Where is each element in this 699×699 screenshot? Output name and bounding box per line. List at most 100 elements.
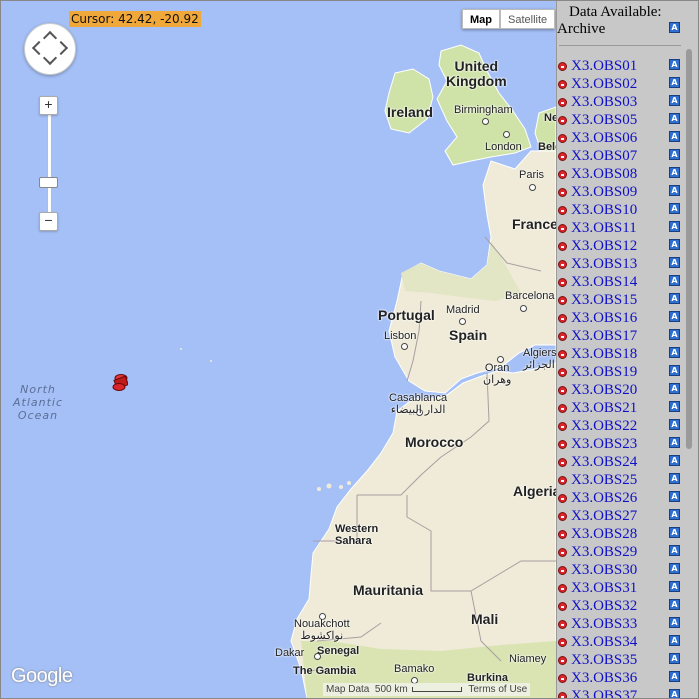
station-row[interactable]: X3.OBS21 A [557,399,684,417]
station-link[interactable]: X3.OBS01 [571,58,637,75]
station-row[interactable]: X3.OBS34 A [557,633,684,651]
station-link[interactable]: X3.OBS37 [571,688,637,698]
archive-icon[interactable]: A [669,185,680,196]
archive-icon[interactable]: A [669,167,680,178]
station-link[interactable]: X3.OBS12 [571,238,637,255]
archive-icon[interactable]: A [669,113,680,124]
station-row[interactable]: X3.OBS35 A [557,651,684,669]
station-link[interactable]: X3.OBS19 [571,364,637,381]
station-link[interactable]: X3.OBS35 [571,652,637,669]
archive-header-icon[interactable]: A [669,22,680,33]
pan-up-icon[interactable] [42,30,58,46]
station-link[interactable]: X3.OBS36 [571,670,637,687]
station-row[interactable]: X3.OBS19 A [557,363,684,381]
station-row[interactable]: X3.OBS08 A [557,165,684,183]
archive-icon[interactable]: A [669,635,680,646]
pan-control[interactable] [24,23,76,75]
station-row[interactable]: X3.OBS23 A [557,435,684,453]
station-link[interactable]: X3.OBS20 [571,382,637,399]
archive-icon[interactable]: A [669,689,680,698]
panel-scrollbar-thumb[interactable] [686,49,692,449]
archive-icon[interactable]: A [669,473,680,484]
station-link[interactable]: X3.OBS30 [571,562,637,579]
archive-icon[interactable]: A [669,527,680,538]
map-data-link[interactable]: Map Data [326,684,369,695]
archive-icon[interactable]: A [669,437,680,448]
station-link[interactable]: X3.OBS26 [571,490,637,507]
archive-icon[interactable]: A [669,563,680,574]
station-row[interactable]: X3.OBS13 A [557,255,684,273]
archive-icon[interactable]: A [669,491,680,502]
archive-icon[interactable]: A [669,365,680,376]
station-link[interactable]: X3.OBS33 [571,616,637,633]
archive-icon[interactable]: A [669,149,680,160]
archive-icon[interactable]: A [669,401,680,412]
archive-icon[interactable]: A [669,455,680,466]
station-row[interactable]: X3.OBS01 A [557,57,684,75]
station-link[interactable]: X3.OBS06 [571,130,637,147]
station-link[interactable]: X3.OBS22 [571,418,637,435]
station-row[interactable]: X3.OBS36 A [557,669,684,687]
station-row[interactable]: X3.OBS20 A [557,381,684,399]
zoom-slider-handle[interactable] [39,177,58,188]
archive-icon[interactable]: A [669,509,680,520]
station-link[interactable]: X3.OBS17 [571,328,637,345]
map-canvas[interactable]: United Kingdom Ireland France Portugal Sp… [1,1,556,698]
station-link[interactable]: X3.OBS32 [571,598,637,615]
archive-icon[interactable]: A [669,419,680,430]
station-row[interactable]: X3.OBS15 A [557,291,684,309]
station-link[interactable]: X3.OBS29 [571,544,637,561]
station-link[interactable]: X3.OBS28 [571,526,637,543]
archive-icon[interactable]: A [669,347,680,358]
station-link[interactable]: X3.OBS07 [571,148,637,165]
pan-right-icon[interactable] [53,40,69,56]
station-row[interactable]: X3.OBS37 A [557,687,684,698]
station-link[interactable]: X3.OBS15 [571,292,637,309]
station-link[interactable]: X3.OBS21 [571,400,637,417]
station-row[interactable]: X3.OBS06 A [557,129,684,147]
map-type-map-button[interactable]: Map [462,9,500,29]
archive-icon[interactable]: A [669,293,680,304]
zoom-out-button[interactable]: − [39,212,58,231]
station-row[interactable]: X3.OBS17 A [557,327,684,345]
map-type-satellite-button[interactable]: Satellite [500,9,556,29]
station-row[interactable]: X3.OBS03 A [557,93,684,111]
archive-icon[interactable]: A [669,203,680,214]
archive-icon[interactable]: A [669,383,680,394]
station-row[interactable]: X3.OBS24 A [557,453,684,471]
station-row[interactable]: X3.OBS32 A [557,597,684,615]
station-row[interactable]: X3.OBS14 A [557,273,684,291]
station-row[interactable]: X3.OBS11 A [557,219,684,237]
station-row[interactable]: X3.OBS33 A [557,615,684,633]
archive-icon[interactable]: A [669,95,680,106]
station-link[interactable]: X3.OBS08 [571,166,637,183]
station-link[interactable]: X3.OBS27 [571,508,637,525]
archive-icon[interactable]: A [669,329,680,340]
archive-icon[interactable]: A [669,275,680,286]
archive-icon[interactable]: A [669,77,680,88]
archive-icon[interactable]: A [669,653,680,664]
station-link[interactable]: X3.OBS11 [571,220,637,237]
station-link[interactable]: X3.OBS14 [571,274,637,291]
archive-icon[interactable]: A [669,257,680,268]
archive-icon[interactable]: A [669,599,680,610]
station-marker-icon[interactable] [112,374,128,392]
station-row[interactable]: X3.OBS31 A [557,579,684,597]
archive-icon[interactable]: A [669,617,680,628]
archive-icon[interactable]: A [669,545,680,556]
pan-left-icon[interactable] [31,40,47,56]
archive-icon[interactable]: A [669,131,680,142]
station-link[interactable]: X3.OBS24 [571,454,637,471]
archive-icon[interactable]: A [669,581,680,592]
pan-down-icon[interactable] [42,50,58,66]
station-link[interactable]: X3.OBS02 [571,76,637,93]
station-link[interactable]: X3.OBS16 [571,310,637,327]
station-row[interactable]: X3.OBS09 A [557,183,684,201]
station-row[interactable]: X3.OBS25 A [557,471,684,489]
station-row[interactable]: X3.OBS16 A [557,309,684,327]
archive-icon[interactable]: A [669,59,680,70]
station-row[interactable]: X3.OBS10 A [557,201,684,219]
station-row[interactable]: X3.OBS30 A [557,561,684,579]
archive-icon[interactable]: A [669,311,680,322]
station-link[interactable]: X3.OBS31 [571,580,637,597]
